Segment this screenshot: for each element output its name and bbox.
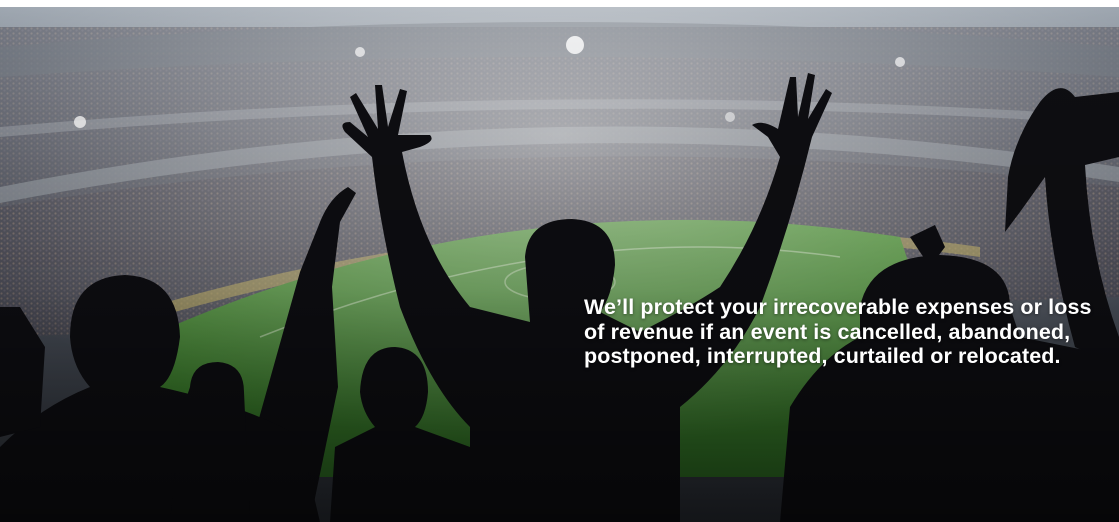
top-border xyxy=(0,0,1119,7)
hero-headline: We’ll protect your irrecoverable expense… xyxy=(584,295,1092,368)
stadium-crowd-image xyxy=(0,7,1119,522)
hero-banner: We’ll protect your irrecoverable expense… xyxy=(0,0,1119,522)
